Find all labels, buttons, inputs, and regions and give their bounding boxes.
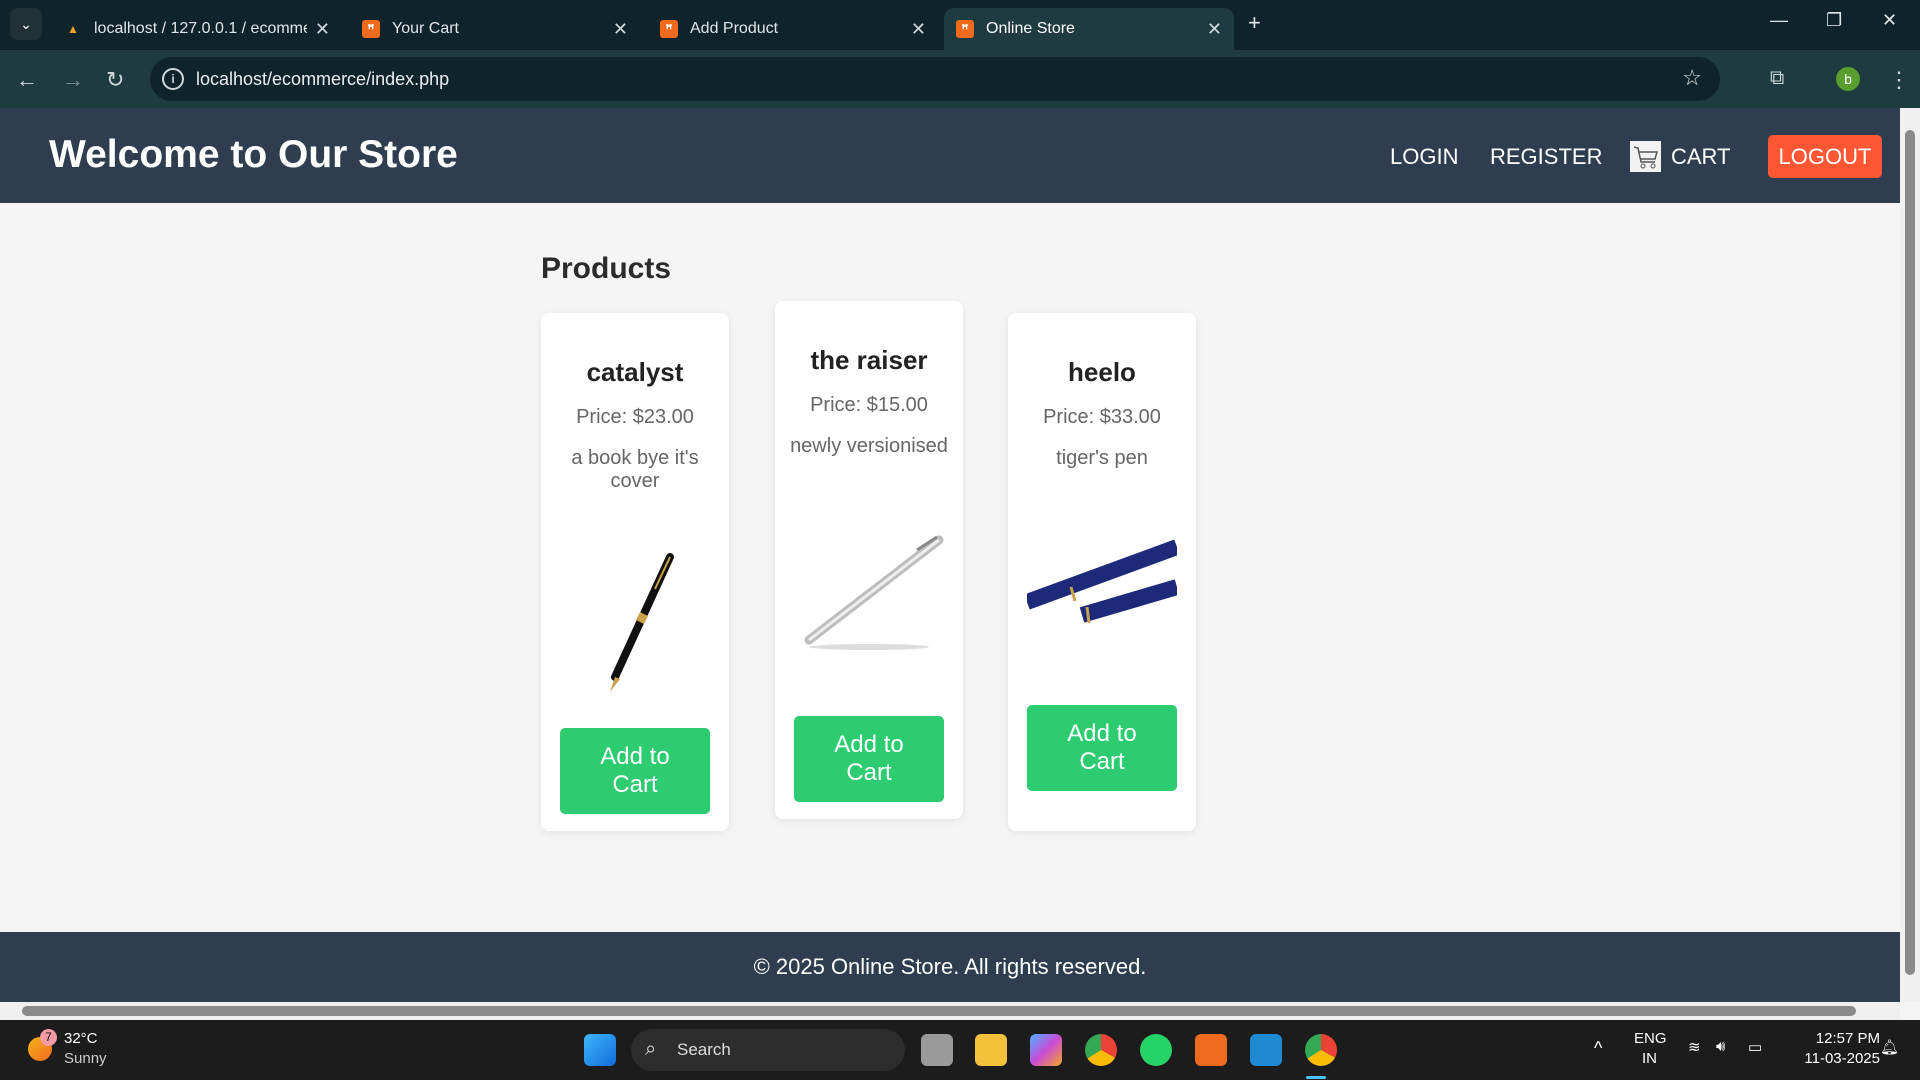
wifi-icon[interactable]: ≋ <box>1688 1038 1701 1056</box>
region-indicator[interactable]: IN <box>1642 1050 1657 1067</box>
tab-phpmyadmin[interactable]: ▲ localhost / 127.0.0.1 / ecommerce ✕ <box>52 8 342 50</box>
bookmark-star-icon[interactable]: ☆ <box>1682 65 1702 91</box>
site-info-icon[interactable]: i <box>162 68 184 90</box>
tab-title: Add Product <box>690 20 779 37</box>
battery-icon[interactable]: ▭ <box>1748 1038 1762 1056</box>
close-icon[interactable]: ✕ <box>315 19 330 40</box>
minimize-button[interactable]: — <box>1770 10 1788 31</box>
copilot-icon[interactable] <box>1030 1034 1062 1066</box>
clock-date[interactable]: 11-03-2025 <box>1786 1050 1880 1067</box>
address-bar-area: ← → ↻ i localhost/ecommerce/index.php ☆ … <box>0 50 1920 108</box>
product-card: heelo Price: $33.00 tiger's pen Add to C… <box>1008 313 1196 831</box>
tab-online-store[interactable]: ꟸ Online Store ✕ <box>944 8 1234 50</box>
tab-search-button[interactable]: ⌄ <box>10 8 42 40</box>
xampp-icon: ꟸ <box>956 20 974 38</box>
close-icon[interactable]: ✕ <box>1207 19 1222 40</box>
site-footer: © 2025 Online Store. All rights reserved… <box>0 932 1900 1002</box>
product-name: catalyst <box>586 357 684 387</box>
cart-link[interactable]: CART <box>1671 144 1731 170</box>
weather-condition: Sunny <box>64 1050 107 1067</box>
cart-icon[interactable] <box>1630 141 1661 172</box>
tab-title: Online Store <box>986 20 1075 37</box>
horizontal-scrollbar[interactable] <box>0 1002 1900 1020</box>
close-icon[interactable]: ✕ <box>911 19 926 40</box>
site-title: Welcome to Our Store <box>49 133 458 176</box>
product-card: the raiser Price: $15.00 newly versionis… <box>775 301 963 819</box>
weather-badge: 7 <box>40 1029 57 1046</box>
back-icon[interactable]: ← <box>16 67 38 93</box>
menu-icon[interactable]: ⋮ <box>1888 67 1910 93</box>
language-indicator[interactable]: ENG <box>1634 1030 1667 1047</box>
whatsapp-icon[interactable] <box>1140 1034 1172 1066</box>
product-price: Price: $15.00 <box>810 394 928 416</box>
weather-temp: 32°C <box>64 1030 98 1047</box>
product-description: a book bye it's cover <box>571 447 699 492</box>
new-tab-button[interactable]: + <box>1248 10 1261 36</box>
search-label: Search <box>677 1040 731 1059</box>
product-description: tiger's pen <box>1056 447 1148 469</box>
taskbar: 7 32°C Sunny ⌕ Search ^ ENG IN ≋ 🔊︎ ▭ 12… <box>0 1020 1920 1080</box>
xampp-icon[interactable] <box>1195 1034 1227 1066</box>
product-image-blue-pen <box>1027 539 1177 624</box>
extensions-icon[interactable]: ⧉ <box>1770 67 1784 90</box>
product-price: Price: $23.00 <box>576 406 694 428</box>
close-window-button[interactable]: ✕ <box>1882 10 1897 31</box>
taskbar-search[interactable]: ⌕ Search <box>631 1029 905 1071</box>
vertical-scrollbar[interactable] <box>1900 108 1920 1002</box>
scrollbar-thumb[interactable] <box>1905 130 1915 975</box>
active-app-indicator <box>1306 1076 1326 1079</box>
reload-icon[interactable]: ↻ <box>106 67 124 93</box>
product-image-ballpoint-pen <box>804 535 944 650</box>
xampp-icon: ꟸ <box>660 20 678 38</box>
chrome-icon[interactable] <box>1085 1034 1117 1066</box>
tab-your-cart[interactable]: ꟸ Your Cart ✕ <box>350 8 640 50</box>
close-icon[interactable]: ✕ <box>613 19 628 40</box>
profile-avatar[interactable]: b <box>1836 67 1860 91</box>
add-to-cart-button[interactable]: Add to Cart <box>560 728 710 814</box>
restore-button[interactable]: ❐ <box>1826 10 1842 31</box>
add-to-cart-button[interactable]: Add to Cart <box>794 716 944 802</box>
footer-text: © 2025 Online Store. All rights reserved… <box>753 954 1147 979</box>
notification-bell-icon[interactable]: 🔔︎ <box>1880 1038 1899 1056</box>
file-explorer-icon[interactable] <box>975 1034 1007 1066</box>
site-header: Welcome to Our Store LOGIN REGISTER CART… <box>0 108 1900 203</box>
tab-title: localhost / 127.0.0.1 / ecommerce <box>94 20 307 37</box>
tab-add-product[interactable]: ꟸ Add Product ✕ <box>648 8 938 50</box>
product-image-fountain-pen <box>610 553 674 692</box>
chrome-profile-icon[interactable] <box>1305 1034 1337 1066</box>
tab-title: Your Cart <box>392 20 459 37</box>
browser-tab-bar: ⌄ ▲ localhost / 127.0.0.1 / ecommerce ✕ … <box>0 0 1920 50</box>
url-input[interactable]: i localhost/ecommerce/index.php ☆ <box>150 57 1720 101</box>
product-name: the raiser <box>810 345 928 375</box>
add-to-cart-button[interactable]: Add to Cart <box>1027 705 1177 791</box>
url-text: localhost/ecommerce/index.php <box>196 68 450 89</box>
phpmyadmin-icon: ▲ <box>67 22 79 36</box>
product-name: heelo <box>1068 357 1136 387</box>
task-view-icon[interactable] <box>921 1034 953 1066</box>
product-price: Price: $33.00 <box>1043 406 1161 428</box>
product-card: catalyst Price: $23.00 a book bye it's c… <box>541 313 729 831</box>
search-icon: ⌕ <box>645 1038 657 1060</box>
start-icon[interactable] <box>584 1034 616 1066</box>
tray-overflow-icon[interactable]: ^ <box>1594 1038 1602 1059</box>
login-link[interactable]: LOGIN <box>1390 144 1458 170</box>
vscode-icon[interactable] <box>1250 1034 1282 1066</box>
register-link[interactable]: REGISTER <box>1490 144 1602 170</box>
volume-icon[interactable]: 🔊︎ <box>1716 1038 1725 1055</box>
scrollbar-thumb[interactable] <box>22 1006 1856 1016</box>
product-description: newly versionised <box>790 435 948 457</box>
products-heading: Products <box>541 252 672 285</box>
xampp-icon: ꟸ <box>362 20 380 38</box>
logout-button[interactable]: LOGOUT <box>1768 135 1882 178</box>
forward-icon[interactable]: → <box>62 67 84 93</box>
clock-time[interactable]: 12:57 PM <box>1800 1030 1880 1047</box>
